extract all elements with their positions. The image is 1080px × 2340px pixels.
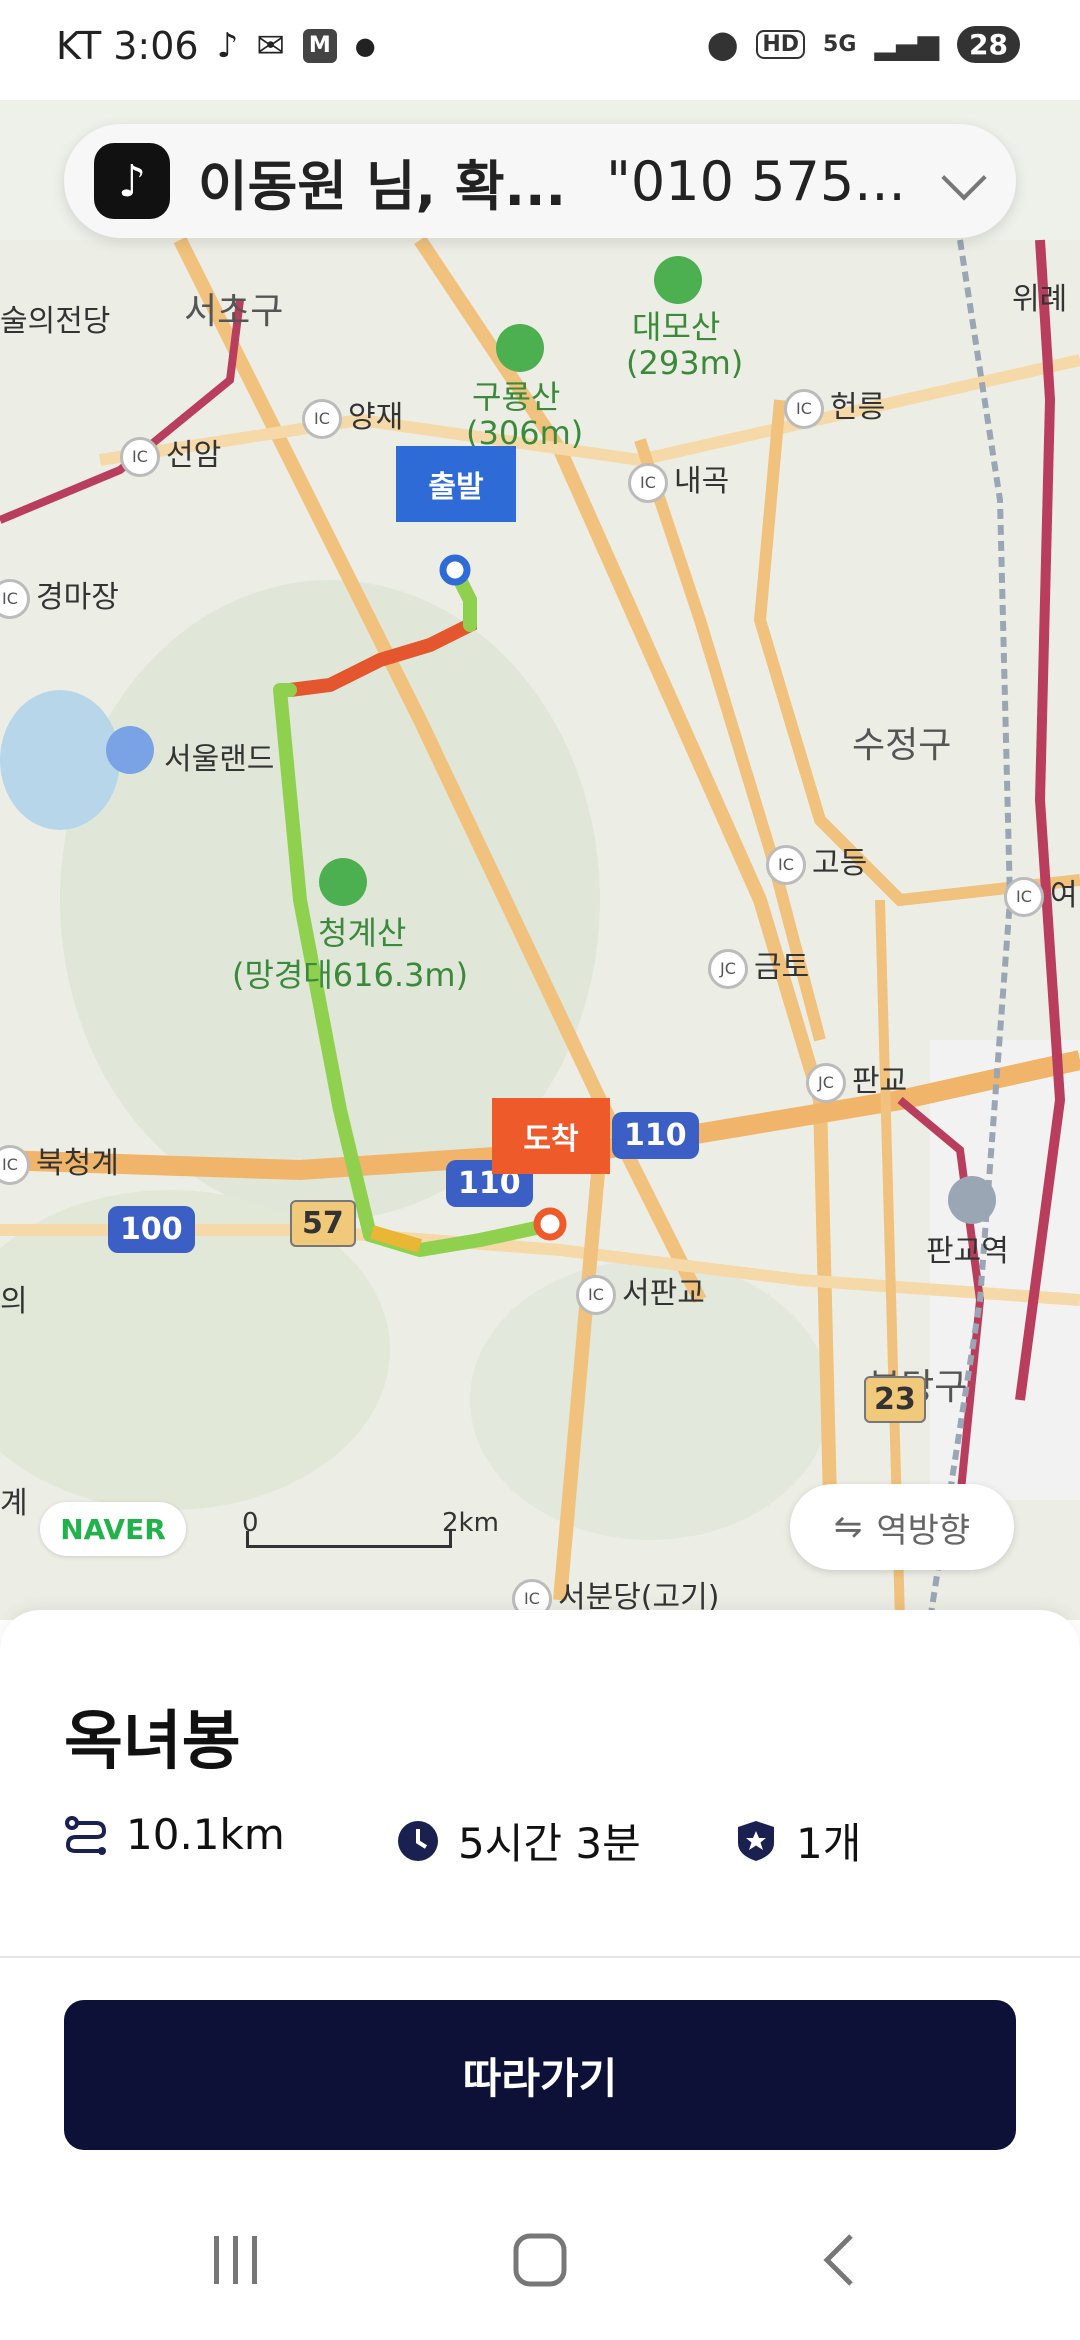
back-button[interactable] <box>800 2230 880 2290</box>
shield-110b: 110 <box>612 1112 699 1159</box>
label-bukcheonggye: IC 북청계 <box>0 1138 119 1185</box>
reverse-direction-button[interactable]: ⇋ 역방향 <box>790 1484 1014 1570</box>
label-yeo: IC 여 <box>1004 870 1078 917</box>
label-pangyo-station: 판교역 <box>926 1234 1009 1269</box>
tiktok-icon: ♪ <box>94 143 170 219</box>
label-pangyo-jc: JC 판교 <box>806 1056 907 1103</box>
label-sujeong: 수정구 <box>852 725 952 766</box>
status-bar: KT 3:06 ♪ ✉ M ● ⬤ HD 5G ▂▄▆ 28 <box>0 0 1080 100</box>
signal-icon: ▂▄▆ <box>874 28 940 61</box>
scale-bar <box>246 1531 452 1548</box>
reverse-direction-label: 역방향 <box>876 1510 971 1551</box>
battery-indicator: 28 <box>957 26 1020 63</box>
label-yangjae: IC 양재 <box>302 392 403 439</box>
m-app-icon: M <box>302 29 337 63</box>
label-seocho: 서초구 <box>184 291 284 332</box>
home-button[interactable] <box>500 2230 580 2290</box>
start-marker[interactable]: 출발 <box>396 446 516 522</box>
distance-value: 10.1km <box>126 1810 285 1859</box>
map-scale: 0 2km <box>242 1508 499 1548</box>
count-value: 1개 <box>796 1819 862 1868</box>
recent-apps-icon <box>214 2236 257 2284</box>
end-marker[interactable]: 도착 <box>492 1098 610 1174</box>
home-icon <box>513 2233 567 2287</box>
duration-value: 5시간 3분 <box>458 1819 641 1868</box>
tiktok-icon: ♪ <box>216 26 239 66</box>
shield-57: 57 <box>290 1200 356 1247</box>
label-naegok: IC 내곡 <box>628 456 729 503</box>
5g-icon: 5G <box>823 32 857 57</box>
label-geumto: JC 금토 <box>708 942 809 989</box>
clock-icon <box>396 1819 440 1863</box>
stat-count: 1개 <box>734 1810 861 1871</box>
scale-zero: 0 <box>242 1508 259 1538</box>
divider <box>0 1956 1080 1958</box>
label-cheonggye: 청계산 <box>318 914 407 952</box>
label-seonam: IC 선암 <box>120 430 221 477</box>
label-wirye: 위례 <box>1012 282 1068 317</box>
stat-distance: 10.1km <box>64 1810 285 1859</box>
route-stats: 10.1km 5시간 3분 1개 <box>64 1810 1024 1870</box>
label-seoulland: 서울랜드 <box>164 742 275 777</box>
shield-23: 23 <box>864 1376 926 1423</box>
swap-arrows-icon: ⇋ <box>833 1507 863 1547</box>
shield-100: 100 <box>108 1206 195 1253</box>
route-distance-icon <box>64 1813 108 1857</box>
system-navigation-bar <box>0 2180 1080 2340</box>
chevron-down-icon[interactable] <box>941 155 987 201</box>
map-view[interactable]: 술의전당 서초구 대모산 (293m) 구룡산 (306m) 위례 IC 양재 I… <box>0 0 1080 1620</box>
mail-icon: ✉ <box>256 26 285 66</box>
heads-up-notification[interactable]: ♪ 이동원 님, 확... "010 575... <box>64 124 1016 238</box>
label-left-gye: 계 <box>0 1486 28 1521</box>
location-icon: ⬤ <box>707 28 739 61</box>
notification-title: 이동원 님, 확... <box>198 154 567 218</box>
label-art-center: 술의전당 <box>0 304 111 339</box>
notification-message: "010 575... <box>606 149 906 213</box>
label-daemo-h: (293m) <box>626 344 744 382</box>
label-godeung: IC 고등 <box>766 838 867 885</box>
label-guryong: 구룡산 <box>472 378 561 416</box>
stat-duration: 5시간 3분 <box>396 1810 641 1871</box>
recent-apps-button[interactable] <box>196 2230 276 2290</box>
label-daemo: 대모산 <box>632 308 721 346</box>
naver-logo: NAVER <box>40 1502 186 1556</box>
carrier-time: KT 3:06 <box>56 24 199 68</box>
back-icon <box>823 2234 853 2286</box>
route-title: 옥녀봉 <box>64 1705 241 1779</box>
follow-button[interactable]: 따라가기 <box>64 2000 1016 2150</box>
shield-star-icon <box>734 1819 778 1863</box>
label-gyeongmajang: IC 경마장 <box>0 572 119 619</box>
scale-km: 2km <box>442 1508 499 1538</box>
label-seopangyo: IC 서판교 <box>576 1268 705 1315</box>
label-cheonggye-h: (망경대616.3m) <box>232 956 469 994</box>
dot-icon: ● <box>354 32 376 60</box>
hd-icon: HD <box>756 30 806 59</box>
label-heolleung: IC 헌릉 <box>784 382 885 429</box>
label-left-ui: 의 <box>0 1284 28 1319</box>
